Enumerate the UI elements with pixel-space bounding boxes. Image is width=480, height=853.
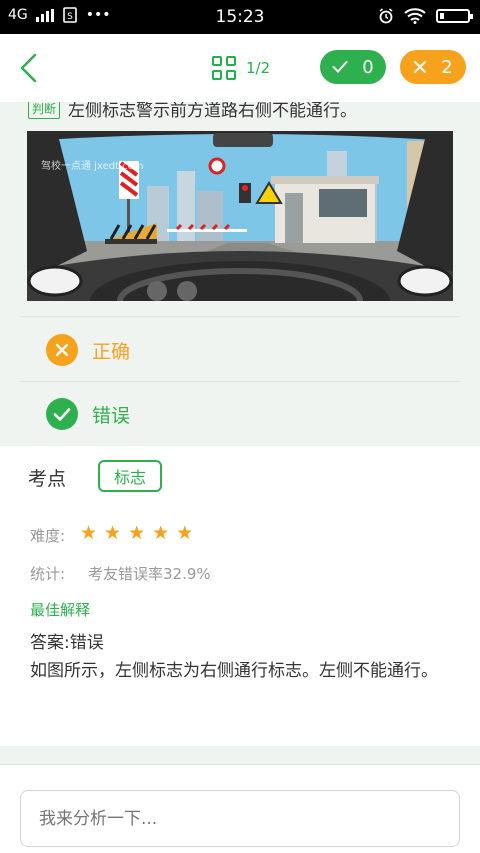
question-image[interactable]: 驾校一点通 jxedt.com <box>27 131 453 301</box>
analysis-panel: 考点 标志 难度: ★ ★ ★ ★ ★ 统计: 考友错误率32.9% 最佳解释 答案:错… <box>0 446 480 746</box>
wrong-count-badge[interactable]: 2 <box>400 50 466 84</box>
correct-count: 0 <box>362 56 374 78</box>
question-text: 左侧标志警示前方道路右侧不能通行。 <box>68 102 358 121</box>
option-label: 正确 <box>92 341 131 363</box>
comment-input[interactable] <box>20 790 460 847</box>
image-watermark: 驾校一点通 jxedt.com <box>41 159 144 172</box>
stat-label: 统计: <box>30 565 66 583</box>
divider <box>20 316 460 317</box>
close-icon <box>414 61 427 73</box>
close-icon <box>46 334 78 366</box>
status-bar: 4G S ••• 15:23 <box>0 0 480 34</box>
star-icon: ★ <box>176 522 194 544</box>
question-grid-icon[interactable] <box>212 56 236 80</box>
option-wrong[interactable]: 错误 <box>20 382 460 446</box>
comment-bar <box>0 764 480 853</box>
option-label: 错误 <box>92 405 131 427</box>
status-right <box>378 8 473 24</box>
section-gap <box>0 746 480 764</box>
best-explanation-title: 最佳解释 <box>30 601 91 619</box>
wifi-icon <box>404 8 426 24</box>
star-icon: ★ <box>80 522 98 544</box>
question-line: 判断 左侧标志警示前方道路右侧不能通行。 <box>28 102 357 121</box>
back-arrow-icon[interactable] <box>12 50 48 86</box>
difficulty-label: 难度: <box>30 527 66 545</box>
check-icon <box>46 398 78 430</box>
wrong-count: 2 <box>441 56 453 78</box>
question-pager[interactable]: 1/2 <box>246 59 270 77</box>
battery-icon <box>436 9 473 23</box>
knowledge-point-title: 考点 <box>28 468 67 490</box>
nav-bar: 1/2 0 2 <box>0 34 480 102</box>
answer-text: 答案:错误 <box>30 633 104 653</box>
check-icon <box>332 61 348 73</box>
option-correct[interactable]: 正确 <box>20 318 460 382</box>
correct-count-badge[interactable]: 0 <box>320 50 386 84</box>
question-panel: 判断 左侧标志警示前方道路右侧不能通行。 驾校一点通 jxedt.com 正确 … <box>0 102 480 446</box>
knowledge-point-tag[interactable]: 标志 <box>98 460 162 492</box>
star-icon: ★ <box>152 522 170 544</box>
question-type-tag: 判断 <box>28 102 61 119</box>
star-icon: ★ <box>104 522 122 544</box>
explanation-text: 如图所示，左侧标志为右侧通行标志。左侧不能通行。 <box>30 661 438 681</box>
stat-value: 考友错误率32.9% <box>88 565 211 583</box>
difficulty-stars: ★ ★ ★ ★ ★ <box>80 522 193 544</box>
star-icon: ★ <box>128 522 146 544</box>
alarm-icon <box>379 8 393 24</box>
